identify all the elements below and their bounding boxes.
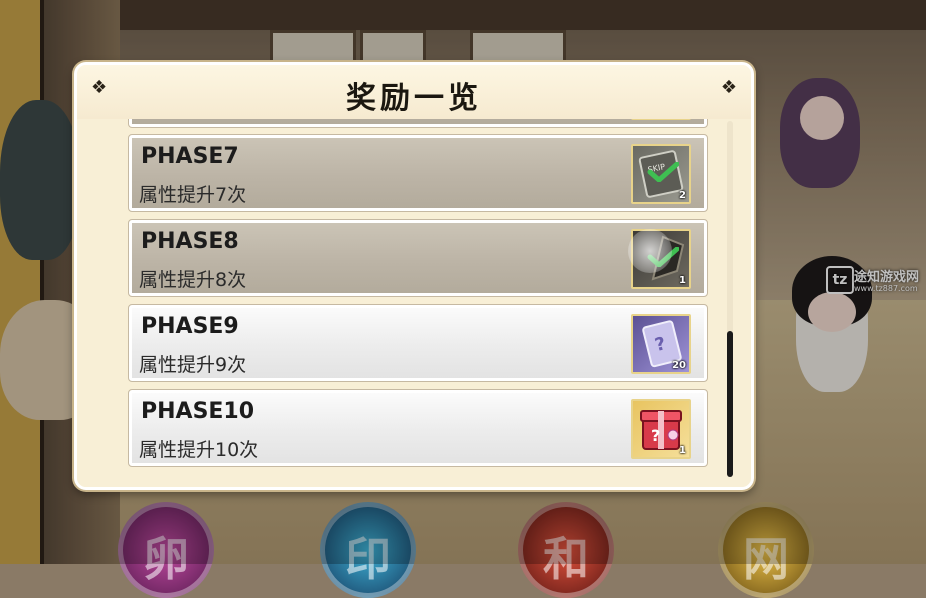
tap-highlight: [628, 229, 672, 273]
reward-phase-title: PHASE10: [141, 399, 255, 424]
scrollbar-thumb[interactable]: [727, 331, 733, 477]
reward-item-icon: [631, 119, 691, 120]
mystery-book-icon[interactable]: ? 20: [631, 314, 691, 374]
svg-text:?: ?: [651, 426, 660, 445]
reward-list[interactable]: PHASE7 属性提升7次 SKIP 2 PHASE8 属性提升8次 1 PHA…: [77, 119, 751, 487]
reward-phase-title: PHASE9: [141, 314, 239, 339]
reward-phase-title: PHASE7: [141, 144, 239, 169]
skip-ticket-icon[interactable]: SKIP 2: [631, 144, 691, 204]
reward-row-partial: [128, 119, 708, 128]
reward-phase-desc: 属性提升8次: [139, 269, 247, 291]
reward-row-phase8[interactable]: PHASE8 属性提升8次 1: [128, 219, 708, 297]
dialog-header: ❖ 奖励一览 ❖: [77, 65, 751, 119]
mystery-crate-icon[interactable]: ? 1: [631, 399, 691, 459]
reward-item-count: 2: [679, 190, 686, 201]
reward-item-count: 1: [679, 445, 686, 456]
reward-phase-desc: 属性提升9次: [139, 354, 247, 376]
reward-phase-desc: 属性提升7次: [139, 184, 247, 206]
claimed-check-icon: [647, 162, 679, 182]
reward-item-count: 20: [672, 360, 686, 371]
reward-list-dialog: ❖ 奖励一览 ❖ PHASE7 属性提升7次 SKIP 2 PHASE8 属性提…: [74, 62, 754, 490]
reward-row-phase9[interactable]: PHASE9 属性提升9次 ? 20: [128, 304, 708, 382]
reward-phase-desc: 属性提升10次: [139, 439, 259, 461]
reward-row-phase10[interactable]: PHASE10 属性提升10次 ? 1: [128, 389, 708, 467]
reward-item-count: 1: [679, 275, 686, 286]
dialog-title: 奖励一览: [346, 81, 482, 116]
diamond-ornament-icon: ❖: [720, 77, 737, 98]
reward-row-phase7[interactable]: PHASE7 属性提升7次 SKIP 2: [128, 134, 708, 212]
reward-phase-title: PHASE8: [141, 229, 239, 254]
reward-list-scrollbar[interactable]: [727, 121, 733, 477]
